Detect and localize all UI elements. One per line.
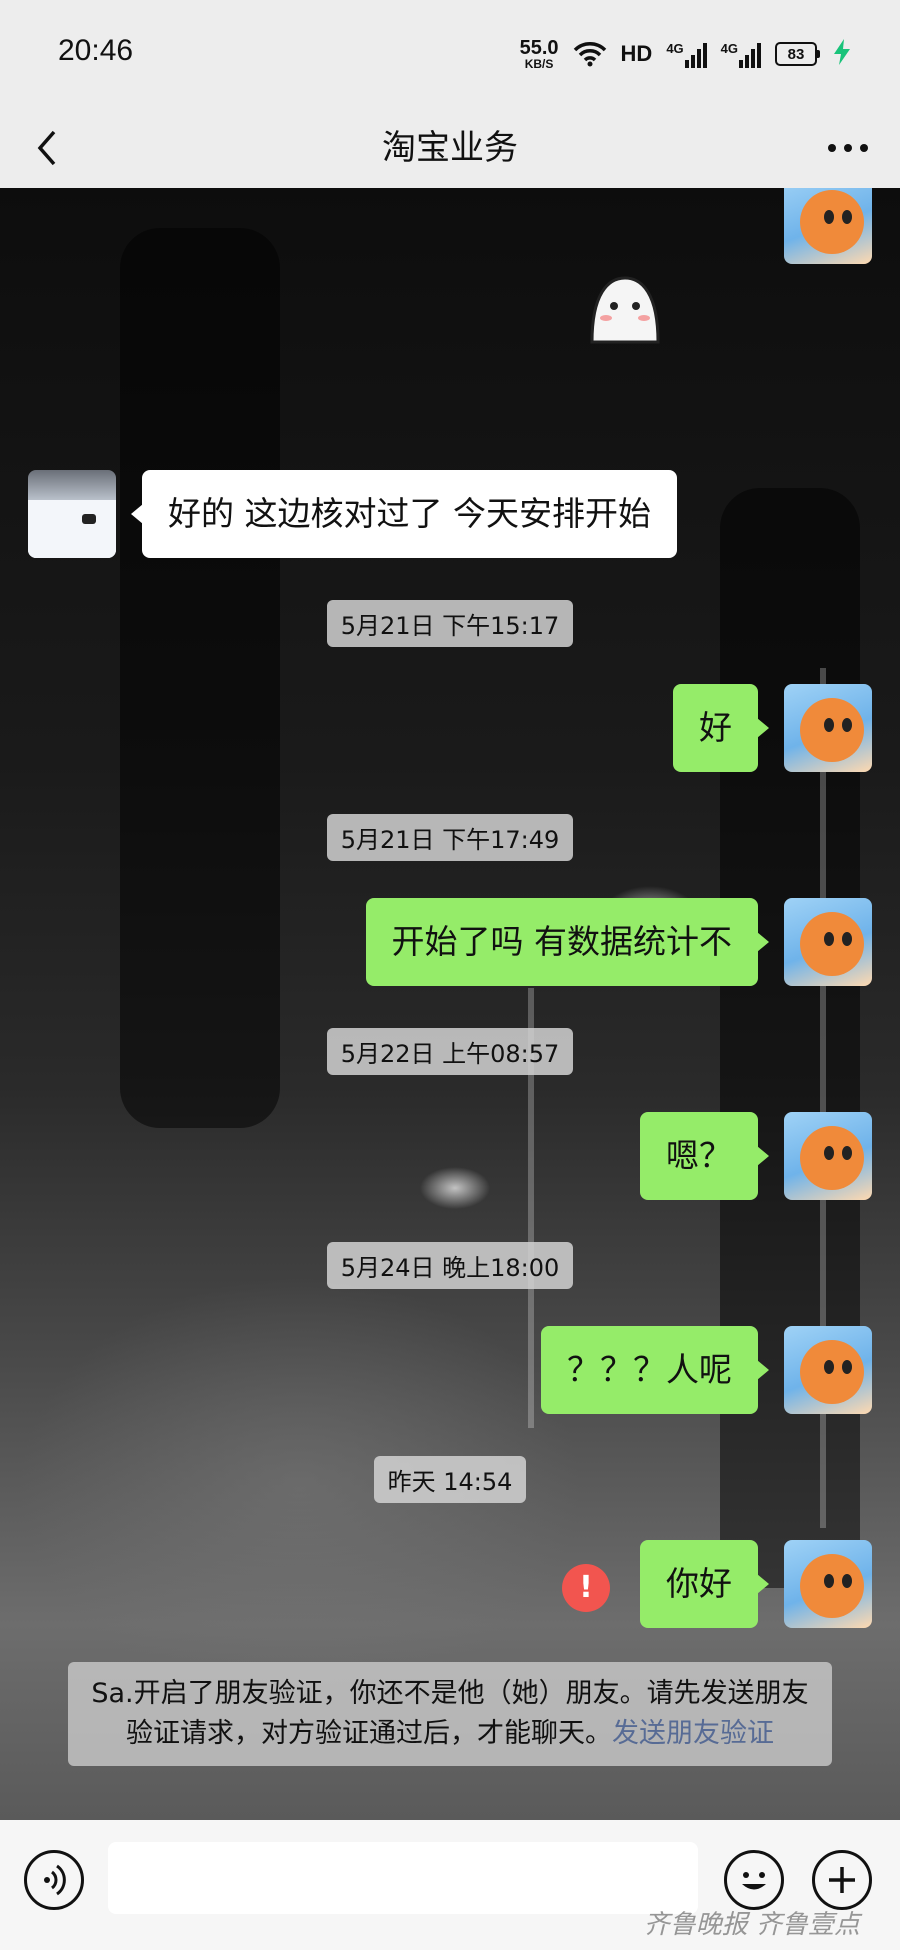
message-timestamp: 5月21日 下午17:49	[0, 814, 900, 861]
net-speed-value: 55.0	[519, 37, 559, 59]
signal-tag-2: 4G	[720, 40, 738, 56]
message-timestamp: 5月24日 晚上18:00	[0, 1242, 900, 1289]
signal-tag: 4G	[666, 40, 684, 56]
send-failed-icon[interactable]: !	[562, 1564, 610, 1612]
plus-icon[interactable]	[812, 1850, 872, 1910]
my-avatar[interactable]	[784, 1112, 872, 1200]
chat-header: 淘宝业务	[0, 108, 900, 188]
message-timestamp: 5月22日 上午08:57	[0, 1028, 900, 1075]
signal-icon-2: 4G	[721, 41, 761, 68]
voice-icon[interactable]	[24, 1850, 84, 1910]
battery-tip	[817, 50, 820, 58]
outgoing-message-bubble[interactable]: ？？？人呢	[541, 1326, 769, 1414]
contact-avatar[interactable]	[28, 470, 116, 558]
status-bar: 20:46 55.0 KB/S HD 4G 4G 83	[0, 0, 900, 108]
ghost-sticker-icon	[590, 276, 660, 344]
chat-area[interactable]: 好的 这边核对过了 今天安排开始 5月21日 下午15:17 好 5月21日 下…	[0, 188, 900, 1820]
timestamp-text: 5月22日 上午08:57	[326, 1028, 574, 1075]
my-avatar[interactable]	[784, 898, 872, 986]
timestamp-text: 5月21日 下午17:49	[326, 814, 574, 861]
message-timestamp: 5月21日 下午15:17	[0, 600, 900, 647]
timestamp-text: 5月21日 下午15:17	[326, 600, 574, 647]
my-avatar[interactable]	[784, 1326, 872, 1414]
net-speed: 55.0 KB/S	[520, 38, 559, 70]
battery-level: 83	[775, 42, 817, 66]
input-bar: 齐鲁晚报 齐鲁壹点	[0, 1820, 900, 1950]
status-time: 20:46	[58, 34, 134, 67]
my-avatar[interactable]	[784, 188, 872, 264]
timestamp-text: 5月24日 晚上18:00	[326, 1242, 574, 1289]
background-tree	[120, 228, 280, 1128]
incoming-message-bubble[interactable]: 好的 这边核对过了 今天安排开始	[131, 470, 677, 558]
watermark: 齐鲁晚报 齐鲁壹点	[643, 1910, 860, 1940]
hd-label: HD	[620, 41, 653, 66]
my-avatar[interactable]	[784, 1540, 872, 1628]
friend-verification-notice: Sa.开启了朋友验证，你还不是他（她）朋友。请先发送朋友验证请求，对方验证通过后…	[68, 1662, 832, 1766]
status-icons: 55.0 KB/S HD 4G 4G 83	[520, 34, 850, 74]
outgoing-message-bubble[interactable]: 开始了吗 有数据统计不	[365, 898, 769, 986]
charging-icon	[834, 39, 850, 69]
battery-icon: 83	[775, 42, 820, 66]
message-input[interactable]	[108, 1842, 698, 1914]
outgoing-message-bubble[interactable]: 好	[673, 684, 769, 772]
chat-title: 淘宝业务	[382, 128, 518, 168]
message-timestamp: 昨天 14:54	[0, 1456, 900, 1503]
outgoing-message-bubble[interactable]: 嗯？	[640, 1112, 769, 1200]
send-verification-link[interactable]: 发送朋友验证	[612, 1718, 774, 1749]
net-speed-unit: KB/S	[524, 57, 554, 71]
signal-icon: 4G	[666, 40, 707, 68]
wifi-icon	[573, 41, 607, 67]
emoji-icon[interactable]	[724, 1850, 784, 1910]
timestamp-text: 昨天 14:54	[373, 1456, 527, 1503]
more-dots-icon[interactable]	[818, 122, 878, 174]
outgoing-message-bubble[interactable]: 你好	[640, 1540, 769, 1628]
my-avatar[interactable]	[784, 684, 872, 772]
